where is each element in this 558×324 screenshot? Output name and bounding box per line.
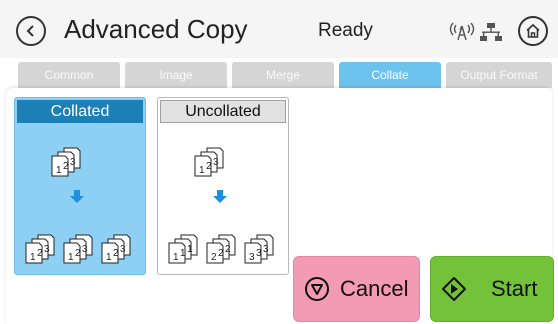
svg-text:3: 3 — [213, 157, 219, 168]
tab-output-format[interactable]: Output Format — [446, 62, 552, 88]
back-icon — [26, 25, 34, 37]
svg-text:1: 1 — [106, 252, 112, 263]
svg-text:2: 2 — [218, 248, 224, 259]
svg-text:1: 1 — [173, 252, 179, 263]
svg-text:1: 1 — [187, 244, 193, 255]
back-button[interactable] — [16, 16, 46, 46]
svg-text:2: 2 — [37, 248, 43, 259]
status-text: Ready — [318, 20, 373, 41]
uncollated-diagram-icon: 123 111 222 333 — [168, 147, 274, 264]
network-icon — [480, 23, 502, 41]
cancel-button[interactable]: Cancel — [293, 256, 420, 322]
svg-text:2: 2 — [211, 252, 217, 263]
svg-text:3: 3 — [249, 252, 255, 263]
network-status-icons: A — [449, 22, 502, 41]
tab-merge[interactable]: Merge — [232, 62, 334, 88]
svg-text:1: 1 — [199, 165, 205, 176]
tab-image[interactable]: Image — [125, 62, 227, 88]
page-stack-icon: 1 2 3 — [51, 147, 81, 177]
svg-text:3: 3 — [120, 244, 126, 255]
uncollated-option[interactable]: Uncollated 123 111 222 333 — [157, 97, 289, 275]
svg-text:3: 3 — [263, 244, 269, 255]
home-button[interactable] — [518, 16, 548, 46]
collated-diagram-icon: 1 2 3 123 123 123 — [25, 147, 131, 264]
home-icon — [526, 23, 540, 38]
svg-text:3: 3 — [70, 157, 76, 168]
svg-text:2: 2 — [206, 161, 212, 172]
svg-text:3: 3 — [82, 244, 88, 255]
stop-icon — [304, 276, 330, 302]
wireless-icon: A — [449, 22, 475, 41]
start-icon — [441, 276, 467, 302]
uncollated-label: Uncollated — [160, 100, 286, 123]
svg-text:1: 1 — [68, 252, 74, 263]
header-bar: Advanced Copy Ready A — [0, 0, 558, 58]
start-label: Start — [491, 276, 538, 301]
svg-text:2: 2 — [63, 161, 69, 172]
svg-text:2: 2 — [113, 248, 119, 259]
svg-text:3: 3 — [256, 248, 262, 259]
svg-text:2: 2 — [75, 248, 81, 259]
svg-text:3: 3 — [44, 244, 50, 255]
start-button[interactable]: Start — [430, 256, 554, 322]
svg-text:1: 1 — [180, 248, 186, 259]
down-arrow-icon — [70, 190, 84, 203]
down-arrow-icon — [213, 190, 227, 203]
tab-collate[interactable]: Collate — [339, 62, 441, 88]
tab-common[interactable]: Common — [18, 62, 120, 88]
svg-text:2: 2 — [225, 244, 231, 255]
svg-text:1: 1 — [56, 165, 62, 176]
page-title: Advanced Copy — [64, 14, 248, 44]
svg-text:1: 1 — [30, 252, 36, 263]
collated-label: Collated — [17, 100, 143, 123]
cancel-label: Cancel — [340, 276, 409, 301]
collated-option[interactable]: Collated 1 2 3 123 123 123 — [14, 97, 146, 275]
tab-bar: Common Image Merge Collate Output Format — [18, 62, 552, 88]
